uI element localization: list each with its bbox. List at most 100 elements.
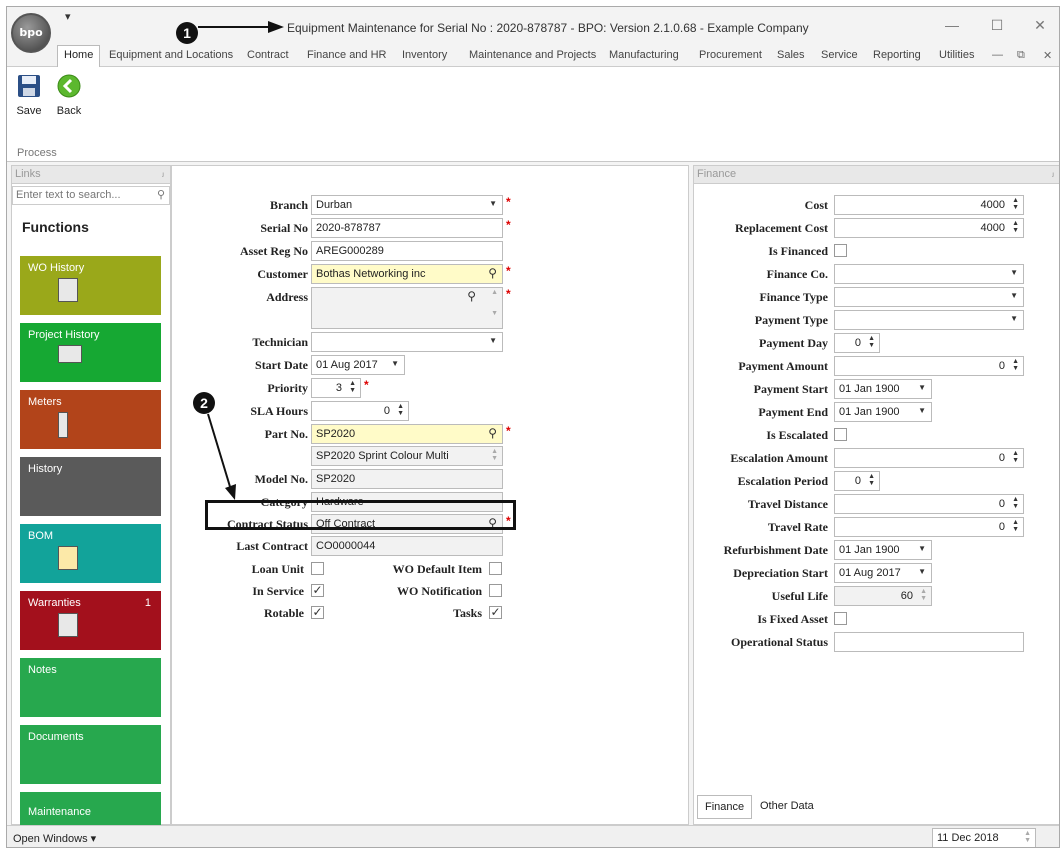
close-icon[interactable]: ✕ <box>1025 17 1055 34</box>
payment-type-select[interactable]: ▼ <box>834 310 1024 330</box>
technician-select[interactable]: ▼ <box>311 332 503 352</box>
menu-home[interactable]: Home <box>57 45 101 68</box>
branch-select[interactable]: Durban ▼ <box>311 195 503 215</box>
wrench-document-icon <box>58 613 78 637</box>
part-no-lookup[interactable]: SP2020 ⚲ <box>311 424 503 444</box>
finance-type-label: Finance Type <box>759 290 828 304</box>
payment-start-picker[interactable]: 01 Jan 1900 ▼ <box>834 379 932 399</box>
menu-finance-hr[interactable]: Finance and HR <box>307 49 387 61</box>
tile-wo-history[interactable]: WO History <box>20 256 161 315</box>
tile-project-history[interactable]: Project History <box>20 323 161 382</box>
escalation-amount-label: Escalation Amount <box>730 451 828 465</box>
escalation-period-label: Escalation Period <box>737 474 828 488</box>
refurbishment-date-picker[interactable]: 01 Jan 1900 ▼ <box>834 540 932 560</box>
start-date-picker[interactable]: 01 Aug 2017 ▼ <box>311 355 405 375</box>
save-button[interactable]: Save <box>11 73 47 117</box>
annotation-arrow-1 <box>198 21 284 33</box>
tab-other-data[interactable]: Other Data <box>753 795 821 819</box>
search-icon[interactable]: ⚲ <box>157 188 165 201</box>
title-bar: ▾ Equipment Maintenance for Serial No : … <box>7 7 1059 45</box>
window-title: Equipment Maintenance for Serial No : 20… <box>287 21 809 35</box>
replacement-cost-stepper[interactable]: 4000 ▲ ▼ <box>834 218 1024 238</box>
rotable-checkbox[interactable]: ✓ <box>311 606 324 619</box>
asset-reg-input[interactable]: AREG000289 <box>311 241 503 261</box>
wo-notification-checkbox[interactable] <box>489 584 502 597</box>
ribbon-minimize-icon[interactable]: — <box>992 49 1003 61</box>
payment-amount-stepper[interactable]: 0 ▲ ▼ <box>834 356 1024 376</box>
spinner-icon: ▲ ▼ <box>1012 358 1019 372</box>
technician-label: Technician <box>252 335 308 349</box>
tile-documents[interactable]: Documents <box>20 725 161 784</box>
escalation-amount-stepper[interactable]: 0 ▲ ▼ <box>834 448 1024 468</box>
menu-sales[interactable]: Sales <box>777 49 805 61</box>
pin-icon[interactable]: ⱼ <box>162 168 164 179</box>
ribbon-restore-icon[interactable]: ⧉ <box>1017 49 1025 62</box>
app-window: ▾ Equipment Maintenance for Serial No : … <box>6 6 1060 848</box>
chevron-down-icon: ▼ <box>918 383 926 392</box>
replacement-cost-label: Replacement Cost <box>735 221 828 235</box>
finance-co-select[interactable]: ▼ <box>834 264 1024 284</box>
chevron-down-icon: ▼ <box>918 567 926 576</box>
tasks-checkbox[interactable]: ✓ <box>489 606 502 619</box>
payment-end-picker[interactable]: 01 Jan 1900 ▼ <box>834 402 932 422</box>
back-button[interactable]: Back <box>51 73 87 117</box>
required-marker: * <box>506 218 511 232</box>
spinner-icon: ▲ ▼ <box>349 380 356 394</box>
menu-manufacturing[interactable]: Manufacturing <box>609 49 679 61</box>
travel-distance-stepper[interactable]: 0 ▲ ▼ <box>834 494 1024 514</box>
tile-warranties[interactable]: Warranties 1 <box>20 591 161 650</box>
in-service-checkbox[interactable]: ✓ <box>311 584 324 597</box>
wo-notification-label: WO Notification <box>397 584 482 598</box>
customer-lookup[interactable]: Bothas Networking inc ⚲ <box>311 264 503 284</box>
tile-bom[interactable]: BOM <box>20 524 161 583</box>
annotation-marker-1: 1 <box>176 22 198 44</box>
tile-maintenance[interactable]: Maintenance <box>20 792 161 826</box>
travel-rate-stepper[interactable]: 0 ▲ ▼ <box>834 517 1024 537</box>
open-windows-menu[interactable]: Open Windows ▾ <box>13 832 96 845</box>
part-no-label: Part No. <box>264 427 308 441</box>
wo-default-item-checkbox[interactable] <box>489 562 502 575</box>
tile-history[interactable]: History <box>20 457 161 516</box>
is-financed-checkbox[interactable] <box>834 244 847 257</box>
save-icon <box>16 73 42 99</box>
priority-stepper[interactable]: 3 ▲ ▼ <box>311 378 361 398</box>
pin-icon[interactable]: ⱼ <box>1052 168 1054 179</box>
tab-finance[interactable]: Finance <box>697 795 753 819</box>
spinner-icon: ▲ ▼ <box>1012 450 1019 464</box>
menu-utilities[interactable]: Utilities <box>939 49 974 61</box>
minimize-icon[interactable]: — <box>937 17 967 33</box>
cost-stepper[interactable]: 4000 ▲ ▼ <box>834 195 1024 215</box>
depreciation-start-picker[interactable]: 01 Aug 2017 ▼ <box>834 563 932 583</box>
menu-maintenance-projects[interactable]: Maintenance and Projects <box>469 49 596 61</box>
menu-inventory[interactable]: Inventory <box>402 49 447 61</box>
maximize-icon[interactable]: ☐ <box>982 17 1012 34</box>
is-fixed-asset-checkbox[interactable] <box>834 612 847 625</box>
sla-hours-stepper[interactable]: 0 ▲ ▼ <box>311 401 409 421</box>
search-input[interactable]: Enter text to search... ⚲ <box>12 186 170 205</box>
chevron-down-icon: ▼ <box>1010 314 1018 323</box>
serial-input[interactable]: 2020-878787 <box>311 218 503 238</box>
status-date[interactable]: 11 Dec 2018 ▲ ▼ <box>932 828 1036 847</box>
operational-status-input[interactable] <box>834 632 1024 652</box>
payment-day-stepper[interactable]: 0 ▲ ▼ <box>834 333 880 353</box>
branch-label: Branch <box>269 198 308 212</box>
menu-reporting[interactable]: Reporting <box>873 49 921 61</box>
menu-service[interactable]: Service <box>821 49 858 61</box>
tile-notes[interactable]: Notes <box>20 658 161 717</box>
app-logo[interactable]: bpo <box>11 13 51 53</box>
quick-access-dropdown-icon[interactable]: ▾ <box>65 10 71 23</box>
is-fixed-asset-label: Is Fixed Asset <box>757 612 828 626</box>
chevron-down-icon: ▼ <box>391 359 399 368</box>
finance-type-select[interactable]: ▼ <box>834 287 1024 307</box>
escalation-period-stepper[interactable]: 0 ▲ ▼ <box>834 471 880 491</box>
menu-procurement[interactable]: Procurement <box>699 49 762 61</box>
address-field[interactable]: ⚲ ▲ ▼ <box>311 287 503 329</box>
tile-meters[interactable]: Meters <box>20 390 161 449</box>
menu-contract[interactable]: Contract <box>247 49 289 61</box>
links-header: Links ⱼ <box>12 166 170 184</box>
ribbon-close-icon[interactable]: ✕ <box>1043 49 1052 62</box>
loan-unit-checkbox[interactable] <box>311 562 324 575</box>
is-escalated-label: Is Escalated <box>766 428 828 442</box>
menu-equipment-locations[interactable]: Equipment and Locations <box>109 49 233 61</box>
is-escalated-checkbox[interactable] <box>834 428 847 441</box>
